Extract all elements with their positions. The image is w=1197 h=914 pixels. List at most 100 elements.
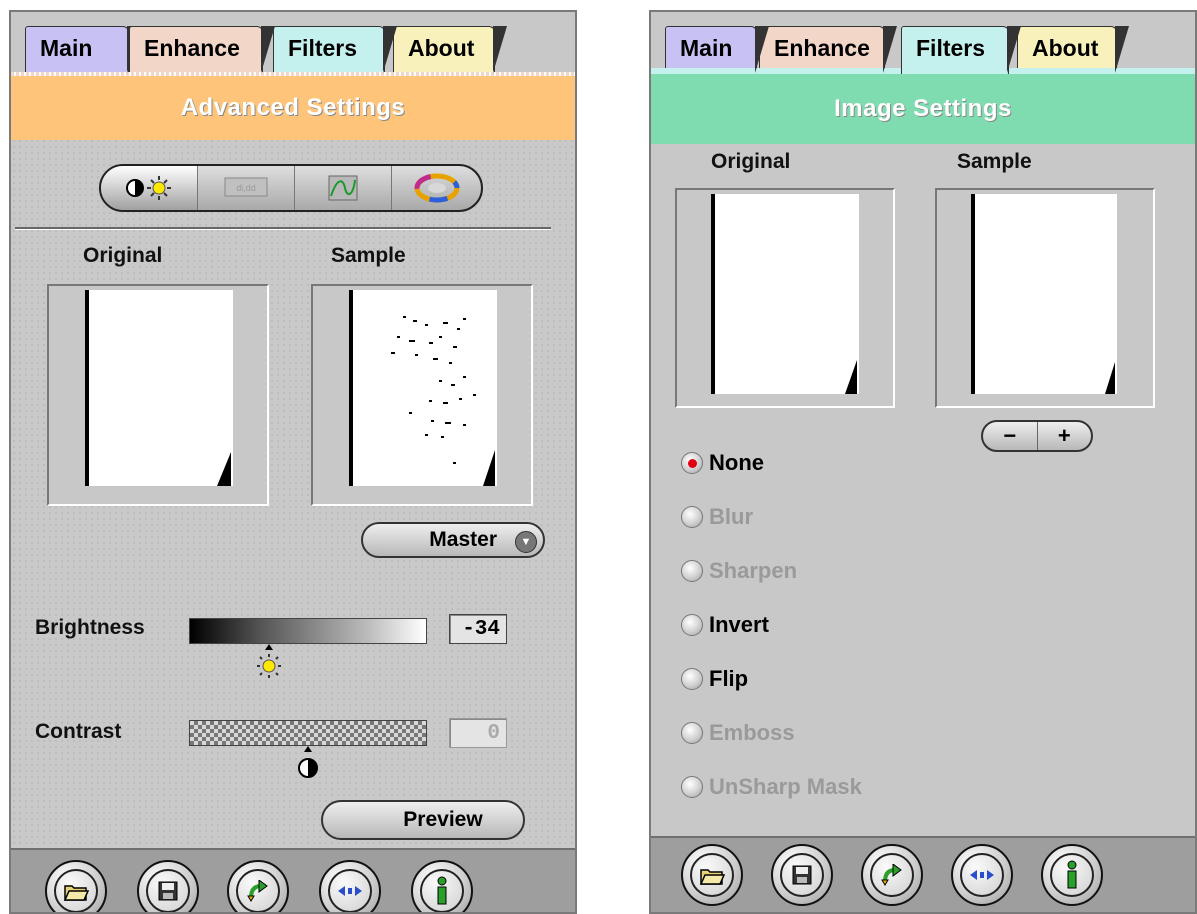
tab-label: Main bbox=[40, 35, 93, 61]
filter-label: Invert bbox=[709, 612, 769, 637]
chevron-down-icon: ▼ bbox=[515, 531, 537, 553]
page-title: Image Settings bbox=[651, 74, 1195, 144]
filter-option-sharpen[interactable]: Sharpen bbox=[681, 558, 797, 584]
info-icon bbox=[437, 876, 447, 905]
compare-icon bbox=[970, 870, 994, 880]
tab-label: Enhance bbox=[144, 35, 240, 61]
filter-label: UnSharp Mask bbox=[709, 774, 862, 799]
brightness-contrast-icon bbox=[126, 176, 171, 200]
sample-noise bbox=[391, 316, 476, 464]
undo-arrow-icon bbox=[881, 864, 902, 886]
bottom-toolbar bbox=[11, 848, 575, 912]
tab-label: Filters bbox=[288, 35, 358, 61]
levels-icon: di,dd bbox=[224, 177, 268, 197]
tab-label: About bbox=[408, 35, 475, 61]
radio[interactable] bbox=[681, 560, 703, 582]
banner-title: Advanced Settings bbox=[180, 94, 406, 121]
preview-button[interactable]: Preview bbox=[321, 800, 525, 840]
levels-mode-button[interactable]: di,dd bbox=[198, 166, 295, 210]
save-disk-icon bbox=[158, 881, 178, 901]
contrast-value: 0 bbox=[449, 718, 507, 748]
info-button[interactable] bbox=[411, 860, 473, 912]
filter-option-emboss[interactable]: Emboss bbox=[681, 720, 795, 746]
original-label: Original bbox=[83, 244, 163, 267]
tab-main[interactable]: Main bbox=[25, 26, 141, 73]
save-button[interactable] bbox=[771, 844, 833, 906]
brightness-slider-handle[interactable] bbox=[255, 644, 283, 680]
save-disk-icon bbox=[792, 865, 812, 885]
sample-histogram bbox=[935, 188, 1155, 408]
sample-label: Sample bbox=[331, 244, 406, 267]
bottom-toolbar bbox=[651, 836, 1195, 912]
tab-label: Main bbox=[680, 35, 733, 61]
sun-icon bbox=[257, 644, 281, 678]
info-button[interactable] bbox=[1041, 844, 1103, 906]
contrast-slider-track[interactable] bbox=[189, 720, 427, 746]
zoom-control: − + bbox=[981, 420, 1093, 452]
undo-button[interactable] bbox=[861, 844, 923, 906]
compare-button[interactable] bbox=[319, 860, 381, 912]
save-button[interactable] bbox=[137, 860, 199, 912]
color-mode-button[interactable] bbox=[392, 166, 481, 210]
filter-label: Blur bbox=[709, 504, 753, 529]
sample-label: Sample bbox=[957, 150, 1032, 173]
filter-option-unsharp-mask[interactable]: UnSharp Mask bbox=[681, 774, 862, 800]
filter-option-flip[interactable]: Flip bbox=[681, 666, 748, 692]
radio-selected[interactable] bbox=[681, 452, 703, 474]
open-folder-icon bbox=[63, 885, 89, 901]
open-button[interactable] bbox=[681, 844, 743, 906]
undo-arrow-icon bbox=[247, 880, 268, 902]
advanced-settings-panel: Main Enhance Filters About Advanced Sett… bbox=[9, 10, 577, 914]
brightness-contrast-mode-button[interactable] bbox=[101, 166, 198, 210]
tab-label: Filters bbox=[916, 35, 986, 61]
tab-enhance[interactable]: Enhance bbox=[759, 26, 897, 73]
tab-filters[interactable]: Filters bbox=[273, 26, 397, 73]
mode-selector: di,dd bbox=[99, 164, 483, 212]
open-button[interactable] bbox=[45, 860, 107, 912]
brightness-label: Brightness bbox=[35, 616, 145, 639]
original-label: Original bbox=[711, 150, 791, 173]
open-folder-icon bbox=[699, 869, 725, 885]
zoom-out-button[interactable]: − bbox=[983, 422, 1038, 450]
tab-filters[interactable]: Filters bbox=[901, 26, 1021, 74]
undo-button[interactable] bbox=[227, 860, 289, 912]
sample-histogram bbox=[311, 284, 533, 506]
contrast-slider-handle[interactable] bbox=[295, 746, 321, 780]
tab-about[interactable]: About bbox=[393, 26, 507, 73]
filter-label: Emboss bbox=[709, 720, 795, 745]
compare-icon bbox=[338, 886, 362, 896]
radio[interactable] bbox=[681, 506, 703, 528]
tab-enhance[interactable]: Enhance bbox=[129, 26, 275, 73]
filter-option-blur[interactable]: Blur bbox=[681, 504, 753, 530]
curves-icon bbox=[328, 175, 358, 201]
compare-button[interactable] bbox=[951, 844, 1013, 906]
tab-main[interactable]: Main bbox=[665, 26, 769, 73]
radio[interactable] bbox=[681, 614, 703, 636]
tab-strip: Main Enhance Filters About bbox=[651, 12, 1195, 74]
brightness-value[interactable]: -34 bbox=[449, 614, 507, 644]
info-icon bbox=[1067, 860, 1077, 889]
contrast-icon bbox=[298, 746, 318, 778]
original-histogram bbox=[47, 284, 269, 506]
channel-dropdown[interactable]: Master ▼ bbox=[361, 522, 545, 558]
zoom-in-button[interactable]: + bbox=[1038, 422, 1092, 450]
banner-title: Image Settings bbox=[834, 95, 1012, 122]
filter-label: Sharpen bbox=[709, 558, 798, 583]
divider bbox=[15, 227, 551, 230]
curves-mode-button[interactable] bbox=[295, 166, 392, 210]
radio[interactable] bbox=[681, 668, 703, 690]
radio[interactable] bbox=[681, 776, 703, 798]
filter-option-invert[interactable]: Invert bbox=[681, 612, 769, 638]
svg-text:di,dd: di,dd bbox=[236, 183, 256, 193]
plus-icon: + bbox=[1057, 423, 1071, 448]
filter-label: None bbox=[709, 450, 764, 475]
image-settings-panel: Main Enhance Filters About Image Setting… bbox=[649, 10, 1197, 914]
minus-icon: − bbox=[1003, 423, 1017, 448]
filter-option-none[interactable]: None bbox=[681, 450, 764, 476]
radio[interactable] bbox=[681, 722, 703, 744]
tab-about[interactable]: About bbox=[1017, 26, 1129, 73]
original-histogram bbox=[675, 188, 895, 408]
tab-strip: Main Enhance Filters About bbox=[11, 12, 575, 74]
color-wheel-icon bbox=[414, 173, 459, 203]
brightness-slider-track[interactable] bbox=[189, 618, 427, 644]
